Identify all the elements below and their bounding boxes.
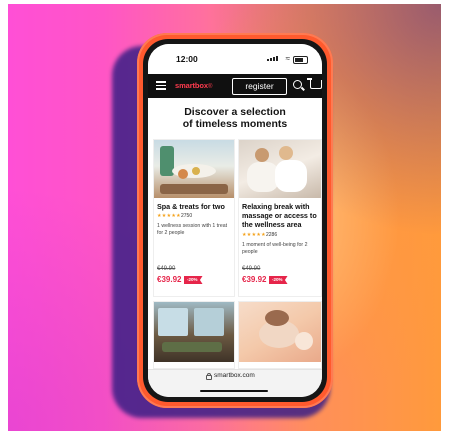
url-text[interactable]: smartbox.com <box>214 372 255 379</box>
product-image-facial[interactable] <box>239 302 321 362</box>
lock-icon <box>206 373 212 380</box>
new-price: €39.92 <box>242 275 267 284</box>
rating-count: 2750 <box>181 213 193 219</box>
rating-stars: ★★★★★ <box>157 213 181 219</box>
product-card[interactable] <box>153 301 235 369</box>
signal-icon <box>267 56 278 61</box>
product-image-relaxing-break[interactable] <box>239 140 321 198</box>
smartbox-logo[interactable]: smartbox® <box>175 81 212 90</box>
menu-icon[interactable] <box>156 81 166 90</box>
old-price: €49.90 <box>157 266 176 272</box>
product-card[interactable]: Relaxing break with massage or access to… <box>238 139 322 297</box>
product-image-lounge[interactable] <box>154 302 234 362</box>
site-navbar: smartbox® register <box>148 74 322 98</box>
page-heading: Discover a selection of timeless moments <box>148 106 322 130</box>
product-card[interactable]: Spa & treats for two ★★★★★ 2750 1 wellne… <box>153 139 235 297</box>
status-bar: 12:00 ≈ <box>148 44 322 70</box>
home-indicator[interactable] <box>200 389 268 392</box>
heading-line-1: Discover a selection <box>184 106 286 118</box>
old-price: €49.90 <box>242 266 261 272</box>
battery-icon <box>293 56 308 64</box>
heading-line-2: of timeless moments <box>182 118 288 130</box>
logo-text: smartbox <box>175 81 208 90</box>
register-button[interactable]: register <box>232 78 287 95</box>
phone-frame: 12:00 ≈ smartbox® register Discover a se… <box>137 33 333 408</box>
wifi-icon: ≈ <box>285 54 290 63</box>
product-title[interactable]: Relaxing break with massage or access to… <box>242 202 319 229</box>
new-price: €39.92 <box>157 275 182 284</box>
discount-badge: -20% <box>184 276 203 284</box>
product-card[interactable] <box>238 301 322 369</box>
phone-screen: 12:00 ≈ smartbox® register Discover a se… <box>148 44 322 397</box>
rating-count: 2286 <box>266 232 278 238</box>
rating-stars: ★★★★★ <box>242 232 266 238</box>
search-icon[interactable] <box>293 80 302 89</box>
discount-badge: -20% <box>269 276 288 284</box>
status-time: 12:00 <box>176 54 198 64</box>
product-description: 1 moment of well-being for 2 people <box>242 242 308 256</box>
cart-icon[interactable] <box>307 78 322 89</box>
product-image-spa-treats[interactable] <box>154 140 234 198</box>
browser-url-bar[interactable]: smartbox.com <box>148 369 322 397</box>
logo-mark: ® <box>207 84 213 90</box>
product-description: 1 wellness session with 1 treat for 2 pe… <box>157 223 228 237</box>
product-title[interactable]: Spa & treats for two <box>157 202 232 211</box>
